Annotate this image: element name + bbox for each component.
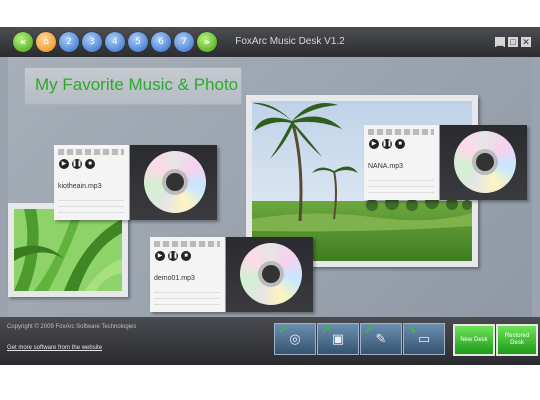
player-panel: ▶ ❚❚ ■ NANA.mp3 bbox=[364, 125, 440, 200]
player-toolbar[interactable] bbox=[154, 241, 220, 247]
desk-4-button[interactable]: 4 bbox=[105, 32, 125, 52]
add-music-button[interactable]: ➚ ◎ bbox=[274, 322, 316, 355]
home-desk-button[interactable]: ⌂ bbox=[36, 32, 56, 52]
window-title: FoxArc Music Desk V1.2 bbox=[235, 36, 345, 47]
music-player-2[interactable]: ▶ ❚❚ ■ NANA.mp3 bbox=[364, 125, 527, 200]
player-toolbar[interactable] bbox=[368, 129, 434, 135]
background-arrow-icon: ➘ bbox=[407, 322, 418, 336]
desk-5-button[interactable]: 5 bbox=[128, 32, 148, 52]
new-desk-button[interactable]: New Desk bbox=[453, 324, 495, 356]
app-window: « ⌂ 2 3 4 5 6 7 » FoxArc Music Desk V1.2… bbox=[0, 27, 540, 365]
add-arrow-icon: ➚ bbox=[278, 322, 289, 336]
title-bar: « ⌂ 2 3 4 5 6 7 » FoxArc Music Desk V1.2… bbox=[0, 27, 540, 57]
desk-2-button[interactable]: 2 bbox=[59, 32, 79, 52]
set-background-button[interactable]: ➘ ▭ bbox=[403, 322, 445, 355]
get-more-link[interactable]: Get more software from the website bbox=[7, 345, 102, 351]
add-note-button[interactable]: ➚ ✎ bbox=[360, 322, 402, 355]
add-photo-icon: ▣ bbox=[331, 331, 345, 347]
desk-banner[interactable]: My Favorite Music & Photo bbox=[24, 67, 242, 105]
playlist[interactable] bbox=[58, 195, 124, 215]
banner-text: My Favorite Music & Photo bbox=[35, 75, 239, 94]
pause-icon[interactable]: ❚❚ bbox=[382, 139, 392, 149]
stop-icon[interactable]: ■ bbox=[395, 139, 405, 149]
add-arrow-icon: ➚ bbox=[321, 322, 332, 336]
track-name[interactable]: kiotheain.mp3 bbox=[58, 183, 102, 190]
desk-7-button[interactable]: 7 bbox=[174, 32, 194, 52]
bottom-toolbar: Copyright © 2009 FoxArc Software Technol… bbox=[0, 317, 540, 365]
music-player-1[interactable]: ▶ ❚❚ ■ kiotheain.mp3 bbox=[54, 145, 217, 220]
player-panel: ▶ ❚❚ ■ demo01.mp3 bbox=[150, 237, 226, 312]
cd-disc-icon bbox=[144, 151, 206, 213]
track-name[interactable]: NANA.mp3 bbox=[368, 163, 403, 170]
cd-case bbox=[130, 145, 217, 220]
grass-image bbox=[14, 209, 122, 291]
copyright-text: Copyright © 2009 FoxArc Software Technol… bbox=[7, 324, 137, 330]
restore-icon[interactable]: □ bbox=[508, 37, 518, 47]
music-desk: My Favorite Music & Photo ▶ ❚❚ ■ kiothea… bbox=[8, 57, 532, 317]
track-name[interactable]: demo01.mp3 bbox=[154, 275, 195, 282]
prev-desk-button[interactable]: « bbox=[13, 32, 33, 52]
add-note-icon: ✎ bbox=[375, 331, 387, 347]
add-photo-button[interactable]: ➚ ▣ bbox=[317, 322, 359, 355]
pause-icon[interactable]: ❚❚ bbox=[168, 251, 178, 261]
stop-icon[interactable]: ■ bbox=[181, 251, 191, 261]
next-desk-button[interactable]: » bbox=[197, 32, 217, 52]
restore-desk-button[interactable]: Restored Desk bbox=[496, 324, 538, 356]
cd-disc-icon bbox=[454, 131, 516, 193]
pause-icon[interactable]: ❚❚ bbox=[72, 159, 82, 169]
music-player-3[interactable]: ▶ ❚❚ ■ demo01.mp3 bbox=[150, 237, 313, 312]
playlist[interactable] bbox=[154, 287, 220, 307]
add-music-icon: ◎ bbox=[289, 331, 301, 347]
cd-case bbox=[226, 237, 313, 312]
add-arrow-icon: ➚ bbox=[364, 322, 375, 336]
cd-case bbox=[440, 125, 527, 200]
desk-6-button[interactable]: 6 bbox=[151, 32, 171, 52]
set-background-icon: ▭ bbox=[417, 331, 431, 347]
play-icon[interactable]: ▶ bbox=[155, 251, 165, 261]
player-panel: ▶ ❚❚ ■ kiotheain.mp3 bbox=[54, 145, 130, 220]
player-toolbar[interactable] bbox=[58, 149, 124, 155]
stop-icon[interactable]: ■ bbox=[85, 159, 95, 169]
desk-3-button[interactable]: 3 bbox=[82, 32, 102, 52]
play-icon[interactable]: ▶ bbox=[369, 139, 379, 149]
play-icon[interactable]: ▶ bbox=[59, 159, 69, 169]
close-icon[interactable]: ✕ bbox=[521, 37, 531, 47]
playlist[interactable] bbox=[368, 175, 434, 195]
cd-disc-icon bbox=[240, 243, 302, 305]
minimize-icon[interactable]: ▁ bbox=[495, 37, 505, 47]
